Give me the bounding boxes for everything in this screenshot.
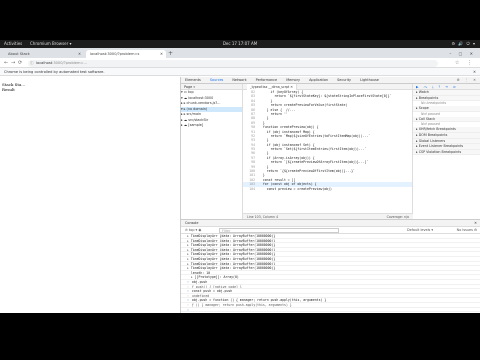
gnome-top-bar: Activities Chromium Browser ▾ Dec 17 17:… [0,40,480,48]
tab-lighthouse[interactable]: Lighthouse [356,77,383,84]
infobar-text: Chrome is being controlled by automated … [4,70,105,74]
code-text: for (const obj of objects) { [259,182,317,187]
debugger-sections: ▸ Watch ▸ Breakpoints No breakpoints ▸ Scop… [413,90,480,156]
code-lines: 82 if (keyOfArray) {83 return `${firstSt… [243,90,412,191]
code-text: } [259,164,269,169]
devtools-panel: Elements Sources Network Performance Mem… [180,77,480,313]
back-icon[interactable]: ← [4,59,8,67]
code-text: return `{${createPreviewOfFirstItem(obj)… [259,169,355,174]
page-content: Stack Sta... Result [0,77,180,313]
browser-tab[interactable]: About Stack ✕ [4,50,84,58]
debugger-sidebar: ▶ ⤼ ⤓ ⤒ ⇥ ⊘ ▸ Watch ▸ Breakpoints No break… [413,84,480,219]
code-text: if (obj instanceof Map) { [259,129,315,134]
code-text: function createPreview(obj) { [259,125,319,130]
code-text: return `${firstStateKey}: ${stateStringI… [259,94,392,99]
tab-console[interactable]: Console [185,221,198,225]
code-text: } else { //... [259,107,296,112]
automation-infobar: Chrome is being controlled by automated … [0,68,480,76]
browser-toolbar: ← → ⟳ ⓘ localhost:3000/?problem=... ☆ ⋮ [0,58,480,68]
issues-button[interactable]: No Issues ⚙ [457,227,477,234]
forward-icon[interactable]: → [11,59,15,67]
code-editor[interactable]: _typeof.tsx __dirna_scrpt ✕ 82 if (keyOf… [243,84,413,219]
close-icon[interactable]: ✕ [474,220,477,227]
code-text: if (keyOfArray) { [259,90,304,94]
console-drawer: Console ✕ ⊘ top ▾ ◉ Filter Default level… [181,219,480,313]
code-text: if (obj instanceof Set) { [259,142,315,147]
tree-item[interactable]: ▸ ☁ [sample] [181,123,242,129]
address-bar[interactable]: ⓘ localhost:3000/?problem=... [28,59,438,67]
code-text: } [259,151,269,156]
tab-network[interactable]: Network [228,77,250,84]
code-text: } [259,98,273,103]
toolbar-menu-icons[interactable]: ☆ ⋮ [455,59,475,67]
browser-tab-active[interactable]: localhost:3000/?problem=s ✕ [86,50,166,58]
code-text: return `Set(${firstItemEntries(firstItem… [259,147,367,152]
devtools-tab-bar: Elements Sources Network Performance Mem… [181,77,480,85]
page-result-text: Result [2,87,15,92]
code-text: if (Array.isArray(obj)) { [259,155,315,160]
tab-application[interactable]: Application [305,77,332,84]
console-output[interactable]: ▸ TimeDisplayArr {data: ArrayBuffer(1000… [181,234,480,313]
devtools-settings-icons[interactable]: ⚙ ⋮ ✕ [457,77,478,84]
close-icon[interactable]: ✕ [160,50,163,58]
drawer-tab-bar: Console ✕ [181,220,480,227]
code-text: return `[${createPreviewOfArrayFirstItem… [259,160,369,165]
code-text: return '' [259,111,288,116]
console-toolbar: ⊘ top ▾ ◉ Filter Default levels ▾ No Iss… [181,227,480,234]
code-text: } [259,116,269,121]
new-tab-button[interactable]: + [168,50,173,58]
tab-title: localhost:3000/?problem=s [90,52,140,56]
tab-memory[interactable]: Memory [282,77,304,84]
desktop-screen: Activities Chromium Browser ▾ Dec 17 17:… [0,40,480,313]
code-text: } [259,138,269,143]
code-text: const preview = createPreview(obj) [259,186,332,191]
window-controls[interactable]: – ▢ ✕ [449,50,476,58]
system-tray[interactable]: ⚙ 🔊 ⏻ ▾ [451,40,476,48]
close-icon[interactable]: ✕ [78,50,81,58]
console-context-selector[interactable]: ⊘ top ▾ ◉ [185,228,201,232]
code-text: } [259,120,265,125]
browser-tab-strip: About Stack ✕ localhost:3000/?problem=s … [0,48,480,58]
info-icon[interactable]: ⓘ [30,60,34,67]
clock[interactable]: Dec 17 17:07 AM [0,40,480,48]
url-path: :3000/?problem=... [52,60,87,65]
line-number[interactable]: 104 [243,187,255,191]
tab-security[interactable]: Security [333,77,355,84]
close-icon[interactable]: ✕ [473,68,476,76]
sources-navigator: Page » ▾ ▭ top ▾ ☁ localhost:3000 ▸ ▸ ch… [181,84,243,219]
console-input-line [181,308,480,313]
code-text: return createPreviewForValue(firstState) [259,103,348,108]
debugger-section-header[interactable]: ▸ CSP Violation Breakpoints [413,149,480,156]
code-line[interactable]: 104 const preview = createPreview(obj) [243,187,412,191]
reload-icon[interactable]: ⟳ [18,59,22,67]
code-text: } [259,173,265,178]
tab-title: About Stack [8,52,30,56]
log-levels-dropdown[interactable]: Default levels ▾ [407,227,433,234]
console-filter-input[interactable]: Filter [219,228,339,233]
tab-performance[interactable]: Performance [252,77,282,84]
code-text: const result = [] [259,177,296,182]
tab-elements[interactable]: Elements [181,77,205,84]
url-host: localhost [36,60,53,65]
code-text: return `Map(${sizeOfEntries(toFirstItemM… [259,133,371,138]
